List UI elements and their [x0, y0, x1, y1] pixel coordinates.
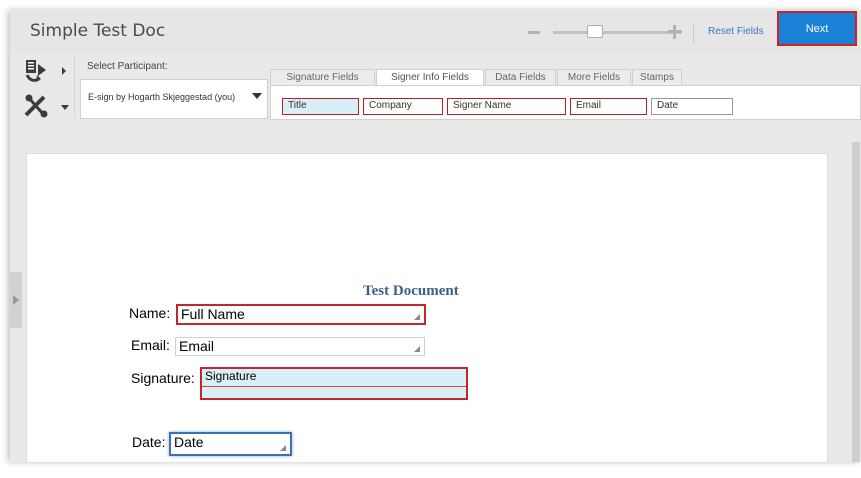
- divider: [693, 23, 694, 43]
- signature-label: Signature:: [131, 370, 195, 386]
- signature-field[interactable]: Signature: [200, 367, 468, 400]
- signature-line: [202, 386, 466, 387]
- document-title: Simple Test Doc: [30, 21, 166, 41]
- resize-grip-icon: [414, 346, 420, 352]
- tab-more-fields[interactable]: More Fields: [557, 69, 631, 85]
- zoom-in-button[interactable]: [668, 25, 682, 39]
- participant-select[interactable]: E-sign by Hogarth Skjeggestad (you): [80, 79, 268, 119]
- resize-grip-icon: [414, 314, 420, 320]
- vertical-scrollbar[interactable]: [851, 122, 861, 462]
- date-label: Date:: [132, 434, 166, 450]
- date-field-text: Date: [174, 434, 204, 450]
- field-chip-email[interactable]: Email: [570, 98, 647, 115]
- email-field-text: Email: [179, 338, 215, 354]
- zoom-slider-thumb[interactable]: [586, 25, 603, 38]
- zoom-slider[interactable]: [553, 31, 681, 34]
- title-bar: Simple Test Doc Reset Fields Next: [10, 10, 861, 52]
- signature-field-text: Signature: [205, 369, 257, 383]
- reset-fields-link[interactable]: Reset Fields: [708, 26, 764, 37]
- tab-stamps[interactable]: Stamps: [632, 69, 682, 85]
- toolbar: Select Participant: E-sign by Hogarth Sk…: [10, 52, 861, 122]
- tab-signer-info-fields[interactable]: Signer Info Fields: [376, 69, 484, 85]
- chevron-right-icon: [13, 295, 19, 305]
- caret-down-icon: [252, 93, 262, 99]
- participant-value: E-sign by Hogarth Skjeggestad (you): [88, 92, 236, 102]
- field-chip-signer-name[interactable]: Signer Name: [447, 98, 566, 115]
- email-field[interactable]: Email: [175, 337, 425, 356]
- add-recipient-tool[interactable]: [22, 58, 72, 88]
- email-label: Email:: [131, 337, 170, 353]
- zoom-out-button[interactable]: [528, 31, 540, 34]
- full-name-field[interactable]: Full Name: [176, 304, 426, 325]
- add-recipient-icon: [25, 60, 66, 82]
- next-button[interactable]: Next: [777, 11, 857, 46]
- scrollbar-thumb[interactable]: [852, 142, 860, 462]
- field-chip-date[interactable]: Date: [651, 98, 733, 115]
- tools-icon: [24, 94, 69, 118]
- document-heading: Test Document: [363, 283, 459, 299]
- field-chip-title[interactable]: Title: [282, 98, 359, 115]
- field-palette: Title Company Signer Name Email Date: [270, 85, 861, 120]
- tools-menu[interactable]: [22, 92, 72, 122]
- left-panel-toggle[interactable]: [10, 272, 22, 328]
- divider: [74, 56, 75, 118]
- full-name-field-text: Full Name: [181, 306, 245, 322]
- name-label: Name:: [129, 305, 171, 321]
- participant-label: Select Participant:: [87, 61, 168, 72]
- tab-signature-fields[interactable]: Signature Fields: [270, 69, 375, 85]
- tab-data-fields[interactable]: Data Fields: [485, 69, 556, 85]
- date-field[interactable]: Date: [169, 432, 292, 456]
- resize-grip-icon: [280, 445, 286, 451]
- field-chip-company[interactable]: Company: [363, 98, 443, 115]
